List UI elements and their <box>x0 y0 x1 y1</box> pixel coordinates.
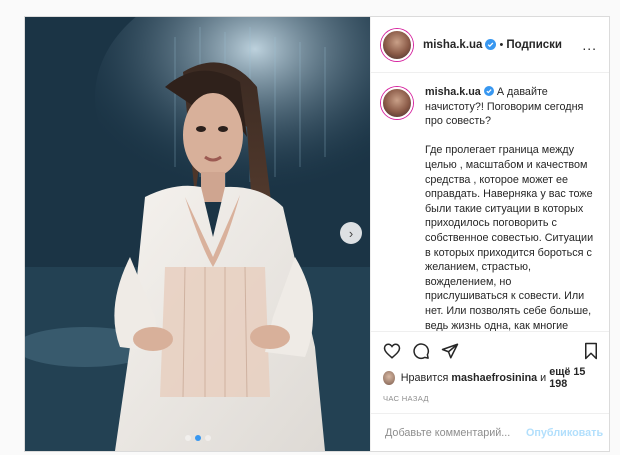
share-icon[interactable] <box>441 342 459 360</box>
comment-icon[interactable] <box>412 342 430 360</box>
comment-input[interactable] <box>383 425 526 440</box>
caption-username[interactable]: misha.k.ua <box>425 86 481 98</box>
instagram-post: › misha.k.ua • Подписки ... misha.k.ua А… <box>24 16 610 452</box>
comment-form: Опубликовать <box>371 413 609 451</box>
verified-badge-icon <box>485 39 497 50</box>
caption: misha.k.ua А давайте начистоту?! Поговор… <box>425 85 595 331</box>
header-separator: • <box>499 38 504 51</box>
liker-username[interactable]: mashaefrosinina <box>451 372 537 384</box>
publish-button[interactable]: Опубликовать <box>526 427 603 439</box>
carousel-indicator <box>25 435 370 441</box>
heart-icon[interactable] <box>383 342 401 360</box>
bookmark-icon[interactable] <box>583 342 599 360</box>
likes-prefix: Нравится <box>400 372 449 384</box>
likes-middle: и <box>540 372 547 384</box>
carousel-dot <box>184 435 191 441</box>
likes-count-link[interactable]: ещё 15 198 <box>549 366 597 390</box>
carousel-dot <box>204 435 211 441</box>
post-sidebar: misha.k.ua • Подписки ... misha.k.ua А д… <box>370 17 609 451</box>
action-bar <box>371 331 609 366</box>
carousel-dot-active <box>194 435 201 441</box>
more-icon[interactable]: ... <box>582 37 597 53</box>
post-header: misha.k.ua • Подписки ... <box>371 17 609 73</box>
photo-illustration <box>25 17 370 451</box>
caption-row: misha.k.ua А давайте начистоту?! Поговор… <box>381 85 595 331</box>
comments-area[interactable]: misha.k.ua А давайте начистоту?! Поговор… <box>371 73 609 331</box>
post-photo[interactable]: › <box>25 17 370 451</box>
carousel-next-icon: › <box>348 225 354 241</box>
liker-avatar[interactable] <box>383 371 395 385</box>
caption-avatar[interactable] <box>381 87 413 119</box>
likes-summary: Нравится mashaefrosinina и ещё 15 198 <box>371 366 609 390</box>
author-username[interactable]: misha.k.ua <box>423 39 482 51</box>
verified-badge-icon <box>483 86 494 96</box>
carousel-next-button[interactable]: › <box>340 222 362 244</box>
post-timestamp[interactable]: час назад <box>371 388 609 413</box>
avatar[interactable] <box>381 28 413 61</box>
caption-text: А давайте начистоту?! Поговорим сегодня … <box>425 86 594 331</box>
following-button[interactable]: Подписки <box>506 39 562 51</box>
